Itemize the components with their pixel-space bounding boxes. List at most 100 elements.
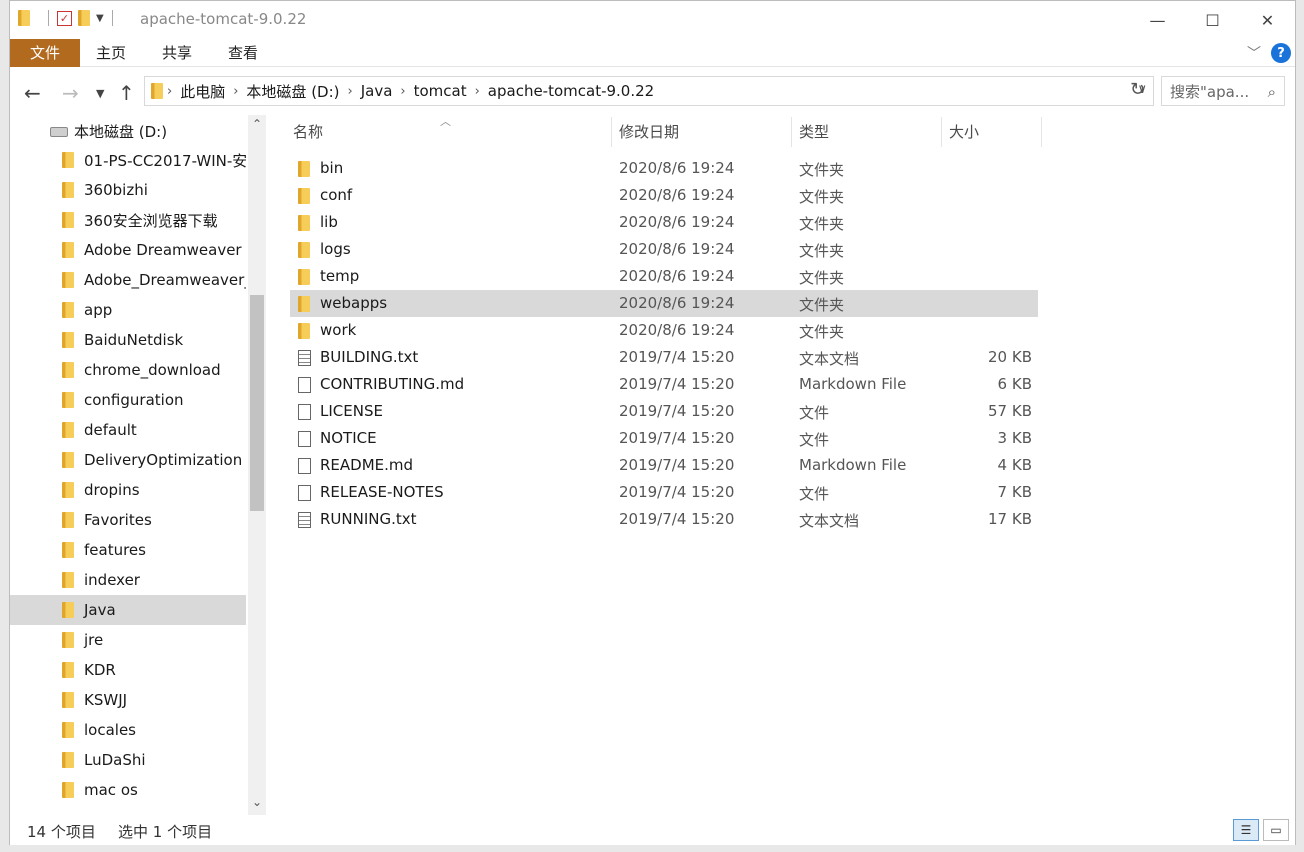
column-separator[interactable]	[1041, 117, 1042, 147]
file-type: 文件夹	[799, 161, 845, 179]
tree-item-label: chrome_download	[84, 361, 221, 379]
file-size: 57 KB	[988, 402, 1032, 420]
tree-item[interactable]: app	[10, 295, 246, 325]
tree-item[interactable]: KSWJJ	[10, 685, 246, 715]
tree-item[interactable]: mac os	[10, 775, 246, 805]
file-row[interactable]: README.md 2019/7/4 15:20 Markdown File 4 KB	[290, 452, 1038, 479]
tab-view[interactable]: 查看	[218, 39, 268, 67]
folder-icon	[298, 269, 310, 289]
properties-check-icon[interactable]: ✓	[57, 10, 72, 26]
forward-arrow-icon[interactable]: →	[62, 81, 79, 105]
help-icon[interactable]: ?	[1271, 43, 1291, 63]
large-icons-view-icon[interactable]: ▭	[1263, 819, 1289, 841]
column-header-date[interactable]: 修改日期	[619, 115, 679, 149]
tree-item[interactable]: LuDaShi	[10, 745, 246, 775]
column-separator[interactable]	[941, 117, 942, 147]
tree-item[interactable]: 360bizhi	[10, 175, 246, 205]
chevron-right-icon[interactable]: ›	[348, 84, 353, 99]
refresh-icon[interactable]: ↻	[1130, 79, 1145, 100]
tree-item[interactable]: locales	[10, 715, 246, 745]
tree-item[interactable]: Java	[10, 595, 246, 625]
chevron-right-icon[interactable]: ›	[475, 84, 480, 99]
folder-icon	[62, 602, 74, 618]
tree-item[interactable]: configuration	[10, 385, 246, 415]
file-row[interactable]: bin 2020/8/6 19:24 文件夹	[290, 155, 1038, 182]
navigation-pane: 本地磁盘 (D:) 01-PS-CC2017-WIN-安 360bizhi 360安…	[10, 115, 270, 815]
tree-item[interactable]: jre	[10, 625, 246, 655]
tree-item[interactable]: chrome_download	[10, 355, 246, 385]
file-row[interactable]: NOTICE 2019/7/4 15:20 文件 3 KB	[290, 425, 1038, 452]
tree-item[interactable]: features	[10, 535, 246, 565]
file-row[interactable]: work 2020/8/6 19:24 文件夹	[290, 317, 1038, 344]
file-icon	[298, 485, 311, 505]
file-name: logs	[320, 240, 351, 258]
customize-qat-icon[interactable]: ▼	[96, 13, 104, 24]
breadcrumb-java[interactable]: Java	[361, 82, 393, 100]
file-row[interactable]: conf 2020/8/6 19:24 文件夹	[290, 182, 1038, 209]
breadcrumb-this-pc[interactable]: 此电脑	[180, 81, 225, 102]
file-row[interactable]: BUILDING.txt 2019/7/4 15:20 文本文档 20 KB	[290, 344, 1038, 371]
file-row[interactable]: RUNNING.txt 2019/7/4 15:20 文本文档 17 KB	[290, 506, 1038, 533]
tree-item[interactable]: Adobe Dreamweaver C	[10, 235, 246, 265]
new-folder-icon[interactable]	[78, 10, 90, 26]
back-arrow-icon[interactable]: ←	[24, 81, 41, 105]
file-name: lib	[320, 213, 338, 231]
folder-icon	[298, 323, 310, 343]
breadcrumb-apache-tomcat[interactable]: apache-tomcat-9.0.22	[488, 82, 654, 100]
close-button[interactable]: ✕	[1240, 1, 1295, 39]
tree-item-local-disk[interactable]: 本地磁盘 (D:)	[50, 121, 167, 142]
tree-item[interactable]: Favorites	[10, 505, 246, 535]
nav-scrollbar[interactable]: ⌃ ⌄	[248, 115, 266, 815]
column-header-size[interactable]: 大小	[949, 115, 979, 149]
column-header-type[interactable]: 类型	[799, 115, 829, 149]
folder-icon	[62, 212, 74, 228]
folder-icon	[62, 182, 74, 198]
tab-share[interactable]: 共享	[152, 39, 202, 67]
folder-icon	[62, 392, 74, 408]
file-date: 2020/8/6 19:24	[619, 213, 735, 231]
breadcrumb-tomcat[interactable]: tomcat	[414, 82, 467, 100]
expand-ribbon-icon[interactable]: ﹀	[1247, 43, 1261, 63]
column-separator[interactable]	[791, 117, 792, 147]
scroll-down-icon[interactable]: ⌄	[248, 795, 266, 813]
tree-item[interactable]: BaiduNetdisk	[10, 325, 246, 355]
file-row[interactable]: webapps 2020/8/6 19:24 文件夹	[290, 290, 1038, 317]
column-separator[interactable]	[611, 117, 612, 147]
maximize-button[interactable]: ☐	[1185, 1, 1240, 39]
file-row[interactable]: CONTRIBUTING.md 2019/7/4 15:20 Markdown Fi…	[290, 371, 1038, 398]
tree-item[interactable]: Adobe_Dreamweaver_	[10, 265, 246, 295]
sort-ascending-icon: ︿	[440, 115, 451, 128]
scroll-up-icon[interactable]: ⌃	[248, 117, 266, 135]
tree-item[interactable]: 01-PS-CC2017-WIN-安	[10, 145, 246, 175]
file-row[interactable]: logs 2020/8/6 19:24 文件夹	[290, 236, 1038, 263]
chevron-right-icon[interactable]: ›	[167, 84, 172, 99]
tree-item[interactable]: KDR	[10, 655, 246, 685]
minimize-button[interactable]: —	[1130, 1, 1185, 39]
chevron-right-icon[interactable]: ›	[400, 84, 405, 99]
tree-item-label: features	[84, 541, 146, 559]
tab-home[interactable]: 主页	[86, 39, 136, 67]
tree-item[interactable]: 360安全浏览器下载	[10, 205, 246, 235]
file-date: 2019/7/4 15:20	[619, 429, 735, 447]
scrollbar-thumb[interactable]	[250, 295, 264, 511]
tab-file[interactable]: 文件	[10, 39, 80, 67]
tree-item[interactable]: indexer	[10, 565, 246, 595]
file-row[interactable]: LICENSE 2019/7/4 15:20 文件 57 KB	[290, 398, 1038, 425]
file-row[interactable]: RELEASE-NOTES 2019/7/4 15:20 文件 7 KB	[290, 479, 1038, 506]
address-bar[interactable]: › 此电脑 › 本地磁盘 (D:) › Java › tomcat › apac…	[144, 76, 1154, 106]
tree-item[interactable]: dropins	[10, 475, 246, 505]
chevron-right-icon[interactable]: ›	[233, 84, 238, 99]
details-view-icon[interactable]: ☰	[1233, 819, 1259, 841]
tree-item[interactable]: DeliveryOptimization	[10, 445, 246, 475]
up-arrow-icon[interactable]: ↑	[118, 81, 135, 105]
tree-item-label: 360bizhi	[84, 181, 148, 199]
tree-item[interactable]: default	[10, 415, 246, 445]
file-row[interactable]: temp 2020/8/6 19:24 文件夹	[290, 263, 1038, 290]
file-row[interactable]: lib 2020/8/6 19:24 文件夹	[290, 209, 1038, 236]
file-date: 2020/8/6 19:24	[619, 240, 735, 258]
column-header-name[interactable]: 名称	[293, 115, 323, 149]
recent-locations-icon[interactable]: ▼	[96, 87, 104, 100]
folder-icon	[62, 752, 74, 768]
breadcrumb-local-disk[interactable]: 本地磁盘 (D:)	[246, 81, 339, 102]
search-input[interactable]: 搜索"apa... ⌕	[1161, 76, 1285, 106]
